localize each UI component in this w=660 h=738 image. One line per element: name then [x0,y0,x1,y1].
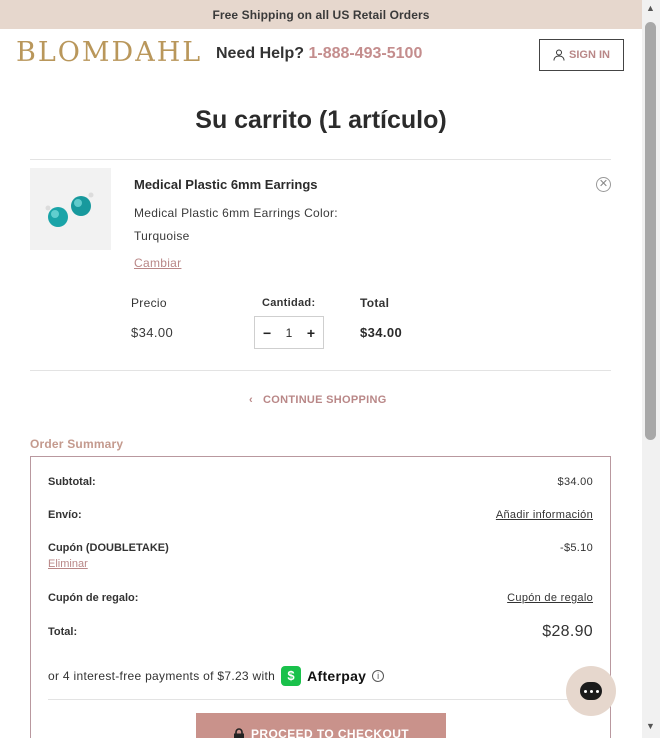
order-total-label: Total: [48,626,78,638]
increment-button[interactable]: + [307,325,315,341]
decrement-button[interactable]: − [263,325,271,341]
quantity-value[interactable]: 1 [286,326,293,340]
scroll-up-icon[interactable]: ▲ [645,3,656,13]
product-image[interactable] [30,168,111,250]
afterpay-logo-icon: $ [281,666,302,686]
proceed-to-checkout-button[interactable]: PROCEED TO CHECKOUT [196,713,446,738]
item-total: $34.00 [360,325,403,340]
remove-coupon-link[interactable]: Eliminar [48,558,88,570]
subtotal-label: Subtotal: [48,476,96,488]
item-name[interactable]: Medical Plastic 6mm Earrings [134,177,318,192]
user-icon [553,49,565,61]
sign-in-label: SIGN IN [569,49,610,61]
subtotal-value: $34.00 [557,476,593,488]
quantity-label: Cantidad: [262,297,316,309]
info-icon[interactable]: i [372,670,385,682]
earring-image [45,192,94,227]
order-total-value: $28.90 [542,623,593,640]
afterpay-text: or 4 interest-free payments of $7.23 wit… [48,669,276,683]
site-header: BLOMDAHL Need Help? 1-888-493-5100 SIGN … [0,29,642,81]
continue-shopping-link[interactable]: ‹ CONTINUE SHOPPING [249,394,387,406]
item-price: $34.00 [131,325,174,340]
add-shipping-link[interactable]: Añadir información [496,509,593,521]
coupon-value: -$5.10 [560,542,593,554]
divider [30,159,611,160]
quantity-stepper: − 1 + [254,316,324,349]
brand-logo[interactable]: BLOMDAHL [16,37,202,68]
order-summary-title: Order Summary [30,437,124,451]
coupon-label: Cupón (DOUBLETAKE) [48,542,169,554]
checkout-label: PROCEED TO CHECKOUT [250,727,410,738]
chat-widget-button[interactable] [566,666,616,716]
scrollbar-thumb[interactable] [645,22,656,440]
scroll-down-icon[interactable]: ▼ [645,721,656,731]
phone-link[interactable]: 1-888-493-5100 [308,45,422,62]
total-label: Total [360,296,390,310]
gift-coupon-link[interactable]: Cupón de regalo [507,592,593,604]
afterpay-message: or 4 interest-free payments of $7.23 wit… [48,666,385,686]
page-title: Su carrito (1 artículo) [195,106,447,134]
help-label: Need Help? [216,45,305,62]
item-description: Medical Plastic 6mm Earrings Color: Turq… [134,206,338,243]
remove-item-button[interactable]: ✕ [596,177,611,192]
close-icon: ✕ [598,178,609,190]
gift-coupon-label: Cupón de regalo: [48,592,139,604]
lock-icon [233,727,244,738]
afterpay-brand: Afterpay [307,668,367,684]
chat-icon [580,682,602,700]
shipping-label: Envío: [48,509,82,521]
price-label: Precio [131,296,167,310]
order-summary-box: Subtotal: $34.00 Envío: Añadir informaci… [30,456,611,738]
sign-in-button[interactable]: SIGN IN [539,39,624,71]
divider [48,699,593,700]
promo-banner: Free Shipping on all US Retail Orders [0,0,642,29]
chevron-left-icon: ‹ [249,394,253,406]
continue-shopping-label: CONTINUE SHOPPING [262,394,387,406]
help-line: Need Help? 1-888-493-5100 [216,45,422,63]
divider [30,370,611,371]
change-item-link[interactable]: Cambiar [134,256,181,270]
